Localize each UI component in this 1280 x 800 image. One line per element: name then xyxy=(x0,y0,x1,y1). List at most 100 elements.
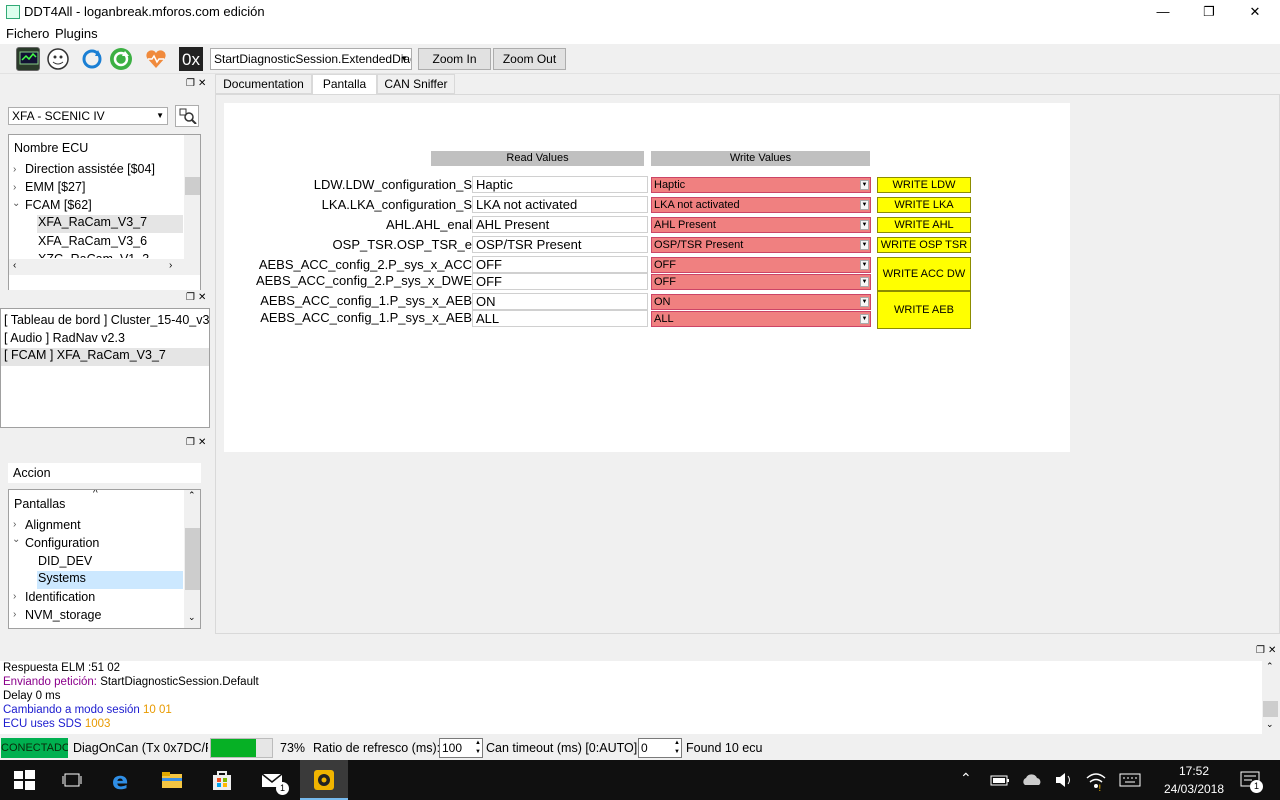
clock-time[interactable]: 17:52 xyxy=(1158,764,1230,778)
volume-icon[interactable] xyxy=(1052,768,1076,792)
chevron-left-icon[interactable]: ‹ xyxy=(13,260,16,271)
tab-documentation[interactable]: Documentation xyxy=(215,74,312,94)
keyboard-icon[interactable] xyxy=(1118,768,1142,792)
tab-can-sniffer[interactable]: CAN Sniffer xyxy=(377,74,455,94)
file-explorer-icon[interactable] xyxy=(160,768,184,792)
minimize-button[interactable]: — xyxy=(1140,0,1186,24)
chevron-right-icon[interactable]: › xyxy=(13,591,16,602)
write-select[interactable]: ALL ▼ xyxy=(651,311,871,327)
zoom-in-button[interactable]: Zoom In xyxy=(418,48,491,70)
write-select[interactable]: OSP/TSR Present ▼ xyxy=(651,237,871,253)
chevron-right-icon[interactable]: › xyxy=(13,182,16,193)
screen-tree-item-selected[interactable]: Systems xyxy=(37,571,183,589)
timeout-spinbox[interactable]: 0 ▲ ▼ xyxy=(638,738,682,758)
monitor-icon[interactable] xyxy=(16,47,40,71)
screen-tree-item[interactable]: NVM_storage xyxy=(25,608,101,622)
close-button[interactable]: ✕ xyxy=(1232,0,1278,24)
onedrive-icon[interactable] xyxy=(1020,768,1044,792)
task-view-icon[interactable] xyxy=(60,768,84,792)
scroll-thumb[interactable] xyxy=(185,177,200,195)
write-select[interactable]: OFF ▼ xyxy=(651,257,871,273)
screens-tree-vscroll[interactable]: ⌃ ⌄ xyxy=(184,490,200,628)
float-icon[interactable]: ❐ xyxy=(186,78,195,89)
screen-tree-item[interactable]: Alignment xyxy=(25,518,81,532)
sort-indicator-icon: ^ xyxy=(93,489,98,499)
scroll-thumb[interactable] xyxy=(185,528,200,590)
session-select[interactable]: StartDiagnosticSession.ExtendedDiag ▼ xyxy=(210,48,412,70)
screen-tree-item[interactable]: Configuration xyxy=(25,536,99,550)
windows-start-icon[interactable] xyxy=(12,768,36,792)
tab-pantalla[interactable]: Pantalla xyxy=(312,74,377,95)
screen-tree-item[interactable]: DID_DEV xyxy=(38,554,92,568)
ecu-tree-item[interactable]: EMM [$27] xyxy=(25,180,85,194)
menu-fichero[interactable]: Fichero xyxy=(6,26,49,41)
mail-icon[interactable]: 1 xyxy=(260,768,289,795)
float-icon[interactable]: ❐ xyxy=(186,292,195,303)
ecu-tree-vscroll[interactable] xyxy=(184,135,200,259)
write-acc-dw-button[interactable]: WRITE ACC DW xyxy=(877,257,971,291)
close-icon[interactable]: ✕ xyxy=(198,292,206,303)
float-icon[interactable]: ❐ xyxy=(1256,645,1265,656)
write-select[interactable]: OFF ▼ xyxy=(651,274,871,290)
write-select[interactable]: ON ▼ xyxy=(651,294,871,310)
vehicle-select[interactable]: XFA - SCENIC IV ▼ xyxy=(8,107,168,125)
chevron-down-icon[interactable]: ⌄ xyxy=(12,534,20,545)
chevron-down-icon[interactable]: ⌄ xyxy=(12,198,20,209)
auto-refresh-icon[interactable] xyxy=(109,47,133,71)
spin-arrows-icon[interactable]: ▲ ▼ xyxy=(475,739,481,757)
scroll-thumb[interactable] xyxy=(1263,701,1278,717)
scan-button[interactable] xyxy=(175,105,199,127)
notification-icon[interactable]: 1 xyxy=(1238,768,1263,793)
chevron-right-icon[interactable]: › xyxy=(13,609,16,620)
heart-monitor-icon[interactable] xyxy=(144,47,168,71)
connection-status: CONECTADO xyxy=(1,738,68,758)
chevron-up-icon[interactable]: ⌃ xyxy=(1266,661,1274,672)
write-lka-button[interactable]: WRITE LKA xyxy=(877,197,971,213)
refresh-spinbox[interactable]: 100 ▲ ▼ xyxy=(439,738,483,758)
close-icon[interactable]: ✕ xyxy=(198,437,206,448)
float-icon[interactable]: ❐ xyxy=(186,437,195,448)
write-ldw-button[interactable]: WRITE LDW xyxy=(877,177,971,193)
list-item-selected[interactable]: [ FCAM ] XFA_RaCam_V3_7 xyxy=(1,348,209,366)
write-osp-tsr-button[interactable]: WRITE OSP TSR xyxy=(877,237,971,253)
clock-date[interactable]: 24/03/2018 xyxy=(1150,782,1238,796)
chevron-up-icon[interactable]: ⌃ xyxy=(188,490,196,501)
ddt4all-taskbar-button[interactable] xyxy=(300,760,348,800)
chevron-up-icon[interactable]: ⌃ xyxy=(960,770,972,787)
ecu-tree-hscroll[interactable]: ‹ › xyxy=(9,259,200,275)
list-item[interactable]: [ Tableau de bord ] Cluster_15-40_v3.30 xyxy=(4,313,209,327)
chevron-down-icon: ▼ xyxy=(860,180,869,190)
ecu-tree-item[interactable]: FCAM [$62] xyxy=(25,198,92,212)
chevron-right-icon[interactable]: › xyxy=(169,260,172,271)
list-item[interactable]: [ Audio ] RadNav v2.3 xyxy=(4,331,125,345)
maximize-button[interactable]: ❐ xyxy=(1186,0,1232,24)
ecu-tree-item[interactable]: XZG_RaCam_V1_3 xyxy=(38,252,149,258)
write-select[interactable]: LKA not activated ▼ xyxy=(651,197,871,213)
screen-tree-item[interactable]: Identification xyxy=(25,590,95,604)
write-aeb-button[interactable]: WRITE AEB xyxy=(877,291,971,329)
ecu-tree-item[interactable]: Direction assistée [$04] xyxy=(25,162,155,176)
battery-icon[interactable] xyxy=(988,768,1012,792)
store-icon[interactable] xyxy=(210,768,234,792)
zoom-out-button[interactable]: Zoom Out xyxy=(493,48,566,70)
ecu-tree-item[interactable]: XFA_RaCam_V3_6 xyxy=(38,234,147,248)
chevron-down-icon[interactable]: ⌄ xyxy=(1266,719,1274,730)
write-select[interactable]: AHL Present ▼ xyxy=(651,217,871,233)
write-select[interactable]: Haptic ▼ xyxy=(651,177,871,193)
chevron-right-icon[interactable]: › xyxy=(13,519,16,530)
write-ahl-button[interactable]: WRITE AHL xyxy=(877,217,971,233)
close-icon[interactable]: ✕ xyxy=(1268,645,1276,656)
close-icon[interactable]: ✕ xyxy=(198,78,206,89)
spin-arrows-icon[interactable]: ▲ ▼ xyxy=(674,739,680,757)
ecu-tree-item-selected[interactable]: XFA_RaCam_V3_7 xyxy=(37,215,183,233)
chevron-down-icon[interactable]: ⌄ xyxy=(188,612,196,623)
hex-mode-icon[interactable]: 0x xyxy=(179,47,203,71)
wifi-icon[interactable]: ! xyxy=(1084,768,1108,794)
refresh-icon[interactable] xyxy=(80,47,104,71)
menu-plugins[interactable]: Plugins xyxy=(55,26,98,41)
chevron-right-icon[interactable]: › xyxy=(13,164,16,175)
mascot-icon[interactable] xyxy=(46,47,70,71)
edge-icon[interactable]: e xyxy=(110,767,134,795)
log-vscroll[interactable]: ⌃ ⌄ xyxy=(1262,661,1279,734)
write-select-value: ON xyxy=(654,296,671,308)
